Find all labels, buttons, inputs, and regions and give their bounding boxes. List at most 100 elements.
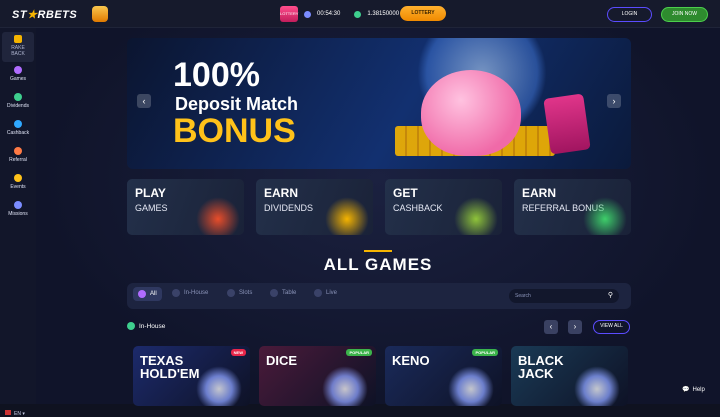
game-card-black[interactable]: BLACK JACK [511,346,628,406]
filter-all-label: All [150,291,157,297]
main-content: 100% Deposit Match BONUS ‹ › PLAY GAMES EA… [36,28,720,406]
game-card-dice[interactable]: DICE POPULAR [259,346,376,406]
sidebar-item-cashback[interactable]: Cashback [2,120,34,136]
flag-icon [5,410,11,415]
sidebar-item-rakeback[interactable]: RAKE BACK [2,32,34,62]
game-art [322,366,368,406]
referral-icon [14,147,22,155]
games-prev-button[interactable]: ‹ [544,320,558,334]
help-label: Help [692,386,705,393]
games-next-button[interactable]: › [568,320,582,334]
join-now-button[interactable]: JOIN NOW [661,7,708,22]
sidebar-item-label: Missions [8,211,28,217]
hero-prev-button[interactable]: ‹ [137,94,151,108]
rakeback-label-2: BACK [11,51,25,57]
sidebar-item-events[interactable]: Events [2,174,34,190]
search-placeholder: Search [515,293,531,299]
lottery-status[interactable]: LOTTERY 00:54:30 1.38150000 [280,6,399,22]
game-badge: NEW [230,349,246,356]
lottery-badge: LOTTERY [280,6,298,22]
dividends-icon [14,93,22,101]
sidebar: RAKE BACK Games Dividends Cashback Referral… [0,28,36,417]
section-label: In-House [139,322,166,330]
game-badge: POPULAR [472,349,498,356]
filter-slots[interactable]: Slots [227,289,252,297]
filter-live-label: Live [326,290,338,296]
sidebar-item-label: Cashback [6,130,30,136]
house-icon [127,322,135,330]
search-icon[interactable]: ⚲ [608,289,613,303]
game-card-keno[interactable]: KENO POPULAR [385,346,502,406]
filter-inhouse-label: In-House [184,290,209,296]
game-name: TEXAS HOLD'EM [140,353,200,381]
hero-banner[interactable]: 100% Deposit Match BONUS ‹ › [127,38,631,169]
games-icon [14,66,22,74]
promo-subtitle: DIVIDENDS [264,203,314,213]
login-button[interactable]: LOGIN [607,7,652,22]
wallet-art [543,93,591,155]
site-logo[interactable]: ST★RBETS [12,8,77,21]
promo-subtitle: CASHBACK [393,203,443,213]
sidebar-item-games[interactable]: Games [2,66,34,82]
events-icon [14,174,22,182]
promo-card-dividends[interactable]: EARN DIVIDENDS [256,179,373,235]
promo-art [583,197,627,235]
section-inhouse-heading: In-House [127,322,165,330]
cashback-icon [14,120,22,128]
sidebar-item-label: Dividends [7,103,29,109]
all-games-title: ALL GAMES [323,255,433,274]
promo-title: PLAY [135,186,166,200]
view-all-button[interactable]: VIEW ALL [593,320,630,334]
sidebar-item-referral[interactable]: Referral [2,147,34,163]
hero-next-button[interactable]: › [607,94,621,108]
missions-icon [14,201,22,209]
promo-subtitle: GAMES [135,203,168,213]
promo-art [196,197,240,235]
game-art [196,366,242,406]
promo-card-cashback[interactable]: GET CASHBACK [385,179,502,235]
promo-card-referral-bonus[interactable]: EARN REFERRAL BONUS [514,179,631,235]
sidebar-item-missions[interactable]: Missions [2,201,34,217]
treasure-chest-icon[interactable] [92,6,108,22]
promo-title: GET [393,186,418,200]
language-selector[interactable]: EN ▾ [5,410,25,417]
game-card-texas[interactable]: TEXAS HOLD'EM NEW [133,346,250,406]
filter-live[interactable]: Live [314,289,337,297]
coin-icon [354,10,362,18]
lottery-button[interactable]: LOTTERY [400,6,446,21]
hero-bonus-text: BONUS [173,112,296,150]
help-button[interactable]: 💬 Help [682,386,705,394]
top-bar: ST★RBETS LOTTERY 00:54:30 1.38150000 LOT… [0,0,720,28]
sidebar-item-label: Games [9,76,27,82]
promo-card-games[interactable]: PLAY GAMES [127,179,244,235]
promo-title: EARN [522,186,557,200]
all-icon [138,290,146,298]
game-art [574,366,620,406]
slots-icon [227,289,235,297]
game-name: KENO [392,353,430,368]
sidebar-item-label: Events [10,184,26,190]
filter-table[interactable]: Table [270,289,296,297]
promo-title: EARN [264,186,299,200]
hero-headline: 100% [173,56,260,94]
inhouse-icon [172,289,180,297]
filter-table-label: Table [282,290,297,296]
sidebar-item-label: Referral [9,157,27,163]
search-input[interactable]: Search ⚲ [509,289,619,303]
game-name: DICE [266,353,298,368]
wallet-balance: 1.38150000 [367,11,400,17]
clock-icon [304,10,311,18]
filter-inhouse[interactable]: In-House [172,289,208,297]
game-name: BLACK JACK [518,353,564,381]
game-badge: POPULAR [346,349,372,356]
game-art [448,366,494,406]
game-filter-bar: All In-House Slots Table Live Search ⚲ [127,283,631,309]
live-icon [314,289,322,297]
language-label: EN [14,411,21,417]
lottery-timer: 00:54:30 [317,11,341,17]
sidebar-item-dividends[interactable]: Dividends [2,93,34,109]
filter-all[interactable]: All [133,287,162,301]
chevron-down-icon: ▾ [22,411,25,417]
promo-art [454,197,498,235]
filter-slots-label: Slots [239,290,253,296]
